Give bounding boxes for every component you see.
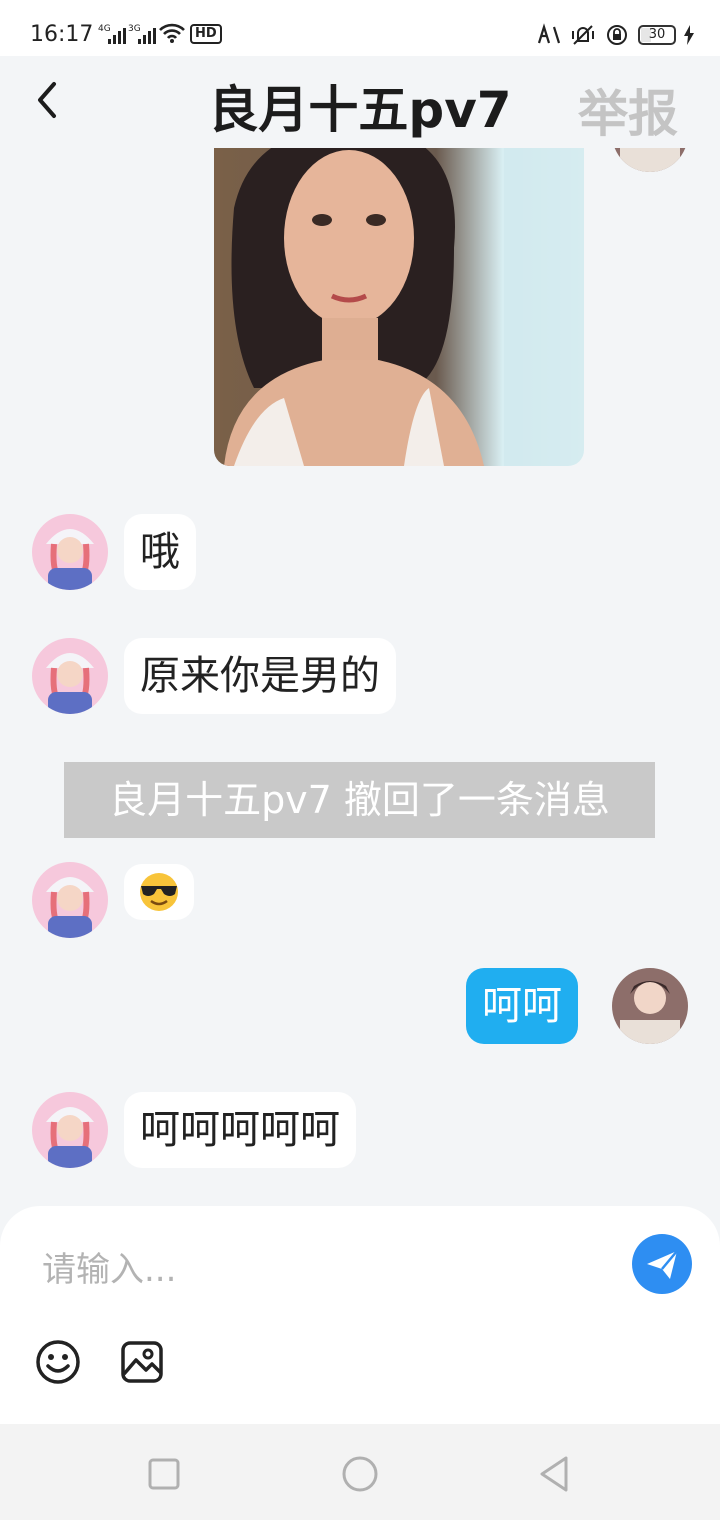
- emoji-button-icon[interactable]: [34, 1338, 82, 1386]
- battery-level: 30: [648, 27, 666, 42]
- friend-avatar[interactable]: [32, 514, 108, 590]
- vibrate-mute-icon: [572, 25, 594, 45]
- input-panel: 请输入...: [0, 1206, 720, 1424]
- status-bar: 16:17 4G 3G HD 30: [0, 0, 720, 56]
- recall-notice: 良月十五pv7 撤回了一条消息: [64, 762, 655, 838]
- hd-voice-icon: HD: [190, 24, 222, 44]
- message-list[interactable]: 哦 原来你是男的 良月十五pv7 撤回了一条消息 呵呵 呵呵呵呵呵: [0, 148, 720, 1206]
- friend-avatar[interactable]: [32, 862, 108, 938]
- home-icon[interactable]: [340, 1454, 380, 1494]
- sunglasses-emoji-icon: [140, 873, 178, 911]
- photo-image: [214, 148, 584, 466]
- friend-avatar[interactable]: [32, 638, 108, 714]
- chat-header: 良月十五pv7 举报: [0, 56, 720, 148]
- message-bubble[interactable]: [124, 864, 194, 920]
- status-time: 16:17: [30, 22, 94, 47]
- send-icon: [647, 1250, 678, 1279]
- shared-photo-message[interactable]: [214, 148, 584, 466]
- system-navigation-bar: [0, 1424, 720, 1520]
- back-nav-icon[interactable]: [536, 1454, 576, 1494]
- my-avatar[interactable]: [612, 148, 688, 172]
- rotation-lock-icon: [607, 25, 627, 45]
- message-bubble[interactable]: 原来你是男的: [124, 638, 396, 714]
- friend-avatar[interactable]: [32, 1092, 108, 1168]
- my-message-bubble[interactable]: 呵呵: [466, 968, 578, 1044]
- wifi-icon: [159, 23, 185, 43]
- message-bubble[interactable]: 哦: [124, 514, 196, 590]
- nfc-icon: [537, 23, 561, 44]
- send-button[interactable]: [632, 1234, 692, 1294]
- my-avatar[interactable]: [612, 968, 688, 1044]
- message-bubble[interactable]: 呵呵呵呵呵: [124, 1092, 356, 1168]
- recent-apps-icon[interactable]: [144, 1454, 184, 1494]
- report-button[interactable]: 举报: [578, 74, 678, 146]
- image-button-icon[interactable]: [118, 1338, 166, 1386]
- message-input[interactable]: 请输入...: [42, 1242, 176, 1291]
- charging-icon: [684, 25, 694, 45]
- battery-icon: 30: [638, 25, 676, 45]
